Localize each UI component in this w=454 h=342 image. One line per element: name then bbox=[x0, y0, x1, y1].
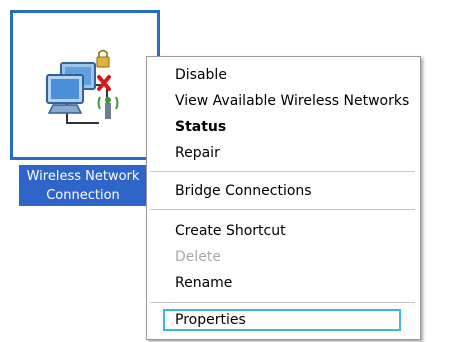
context-menu: Disable View Available Wireless Networks… bbox=[146, 56, 421, 340]
menu-separator bbox=[150, 171, 415, 172]
menu-item-status[interactable]: Status bbox=[175, 116, 226, 138]
menu-item-view-available-wireless-networks[interactable]: View Available Wireless Networks bbox=[175, 90, 409, 112]
network-connection-label[interactable]: Wireless Network Connection bbox=[19, 165, 147, 206]
icon-label-line1: Wireless Network bbox=[26, 169, 140, 184]
menu-item-rename[interactable]: Rename bbox=[175, 272, 232, 294]
menu-item-properties[interactable]: Properties bbox=[163, 309, 401, 331]
menu-item-delete: Delete bbox=[175, 249, 221, 265]
menu-item-disable[interactable]: Disable bbox=[175, 64, 227, 86]
network-connection-icon-tile[interactable] bbox=[10, 10, 160, 160]
menu-item-repair[interactable]: Repair bbox=[175, 142, 220, 164]
menu-separator bbox=[150, 302, 415, 303]
menu-item-create-shortcut[interactable]: Create Shortcut bbox=[175, 220, 286, 242]
wireless-network-connection-icon bbox=[46, 49, 119, 124]
menu-separator bbox=[150, 209, 415, 210]
menu-item-bridge-connections[interactable]: Bridge Connections bbox=[175, 180, 312, 202]
icon-label-line2: Connection bbox=[46, 188, 120, 203]
